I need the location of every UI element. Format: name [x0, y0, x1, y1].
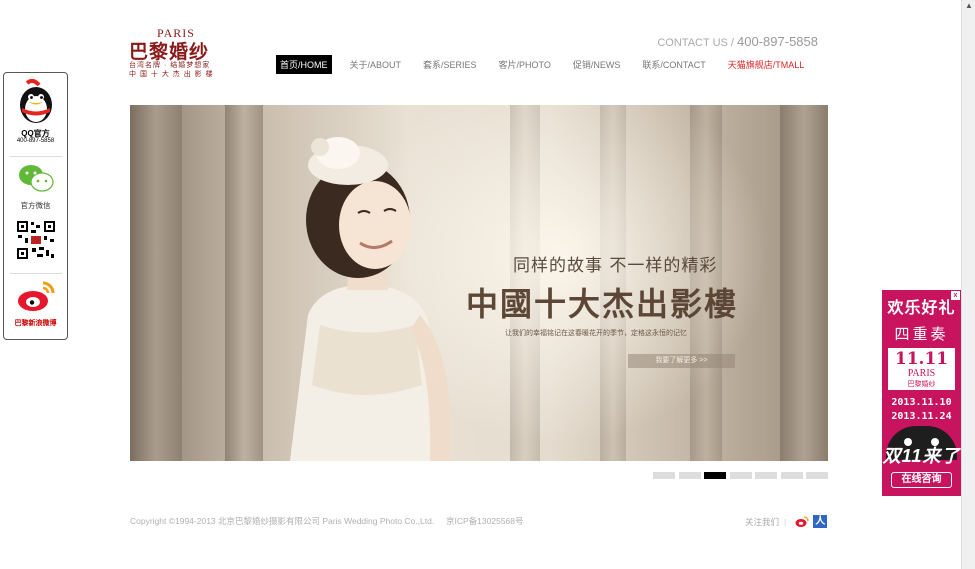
ad-1111: 11.11 [894, 349, 949, 369]
nav-item-news[interactable]: 促销/NEWS [569, 55, 625, 74]
sina-weibo-icon [17, 281, 54, 311]
banner-column [780, 105, 828, 461]
renren-icon[interactable]: 人 [813, 515, 828, 528]
qq-number: 400-897-5858 [16, 138, 55, 144]
nav-item-photo[interactable]: 客片/PHOTO [495, 55, 555, 74]
ad-start-date: 2013.11.10 [891, 397, 952, 408]
contact-label: CONTACT US [657, 37, 728, 49]
contact-phone: 400-897-5858 [737, 34, 818, 49]
icp-link[interactable]: 京ICP备13025568号 [446, 516, 524, 526]
online-consult-button[interactable]: 在线咨询 [891, 472, 952, 488]
footer-copyright: Copyright ©1994-2013 北京巴黎婚纱摄影有限公司 Paris … [130, 515, 524, 527]
main-nav: 首页/HOME 关于/ABOUT 套系/SERIES 客片/PHOTO 促销/N… [276, 55, 822, 74]
slider-dot[interactable] [780, 472, 803, 479]
ad-slogan: 双11来了 [882, 446, 961, 466]
qq-penguin-icon [19, 78, 52, 123]
nav-item-contact[interactable]: 联系/CONTACT [638, 55, 709, 74]
brand-logo[interactable]: PARIS 巴黎婚纱 台湾名牌 · 结婚梦想家 中 国 十 大 杰 出 影 楼 [129, 26, 229, 78]
ad-end-date: 2013.11.24 [891, 411, 952, 422]
wechat-icon [18, 165, 54, 192]
banner-slogan-2: 中國十大杰出影樓 [466, 285, 739, 323]
wechat-qr [4, 219, 67, 266]
slider-dot[interactable] [806, 472, 828, 479]
weibo-label: 巴黎新浪微博 [14, 320, 57, 327]
banner-slogan-1: 同样的故事 不一样的精彩 [513, 256, 718, 276]
qq-label: QQ官方 [21, 129, 50, 138]
vertical-scrollbar[interactable]: ▲ [961, 0, 975, 569]
slider-dot[interactable] [678, 472, 701, 479]
qr-code-icon [14, 219, 57, 261]
page: PARIS 巴黎婚纱 台湾名牌 · 结婚梦想家 中 国 十 大 杰 出 影 楼 … [0, 0, 975, 569]
weibo-service[interactable]: 巴黎新浪微博 [4, 279, 67, 328]
ad-brand: 巴黎婚纱 [907, 381, 936, 388]
left-floating-bar: QQ官方 400-897-5858 官方微信 巴黎新浪微博 [3, 72, 68, 340]
scroll-up-arrow-icon[interactable]: ▲ [964, 1, 974, 11]
slider-indicators [653, 472, 832, 479]
follow-separator: | [784, 516, 787, 527]
nav-item-series[interactable]: 套系/SERIES [419, 55, 481, 74]
copyright-text: Copyright ©1994-2013 北京巴黎婚纱摄影有限公司 Paris … [130, 516, 435, 526]
contact-info: CONTACT US / 400-897-5858 [657, 34, 818, 49]
wechat-label: 官方微信 [20, 201, 51, 210]
contact-separator: / [727, 37, 738, 49]
follow-label: 关注我们 [745, 516, 780, 527]
nav-item-about[interactable]: 关于/ABOUT [346, 55, 406, 74]
divider [10, 156, 62, 157]
ad-headline: 欢乐好礼 [887, 300, 956, 317]
qq-service[interactable]: QQ官方 400-897-5858 [4, 78, 67, 144]
banner-column [130, 105, 182, 461]
nav-item-tmall[interactable]: 天猫旗舰店/TMALL [724, 55, 809, 74]
ad-date-box: 11.11 PARIS 巴黎婚纱 [888, 348, 955, 390]
ad-paris: PARIS [907, 368, 936, 379]
slider-dot-active[interactable] [704, 472, 726, 479]
slider-dot[interactable] [729, 472, 752, 479]
divider [10, 273, 62, 274]
weibo-icon[interactable] [795, 515, 809, 528]
logo-tagline-2: 中 国 十 大 杰 出 影 楼 [129, 71, 214, 78]
slider-dot[interactable] [653, 472, 675, 479]
wechat-service[interactable]: 官方微信 [4, 161, 67, 211]
slider-dot[interactable] [755, 472, 777, 479]
banner-slogan-3: 让我们的幸福铭记在这春暖花开的季节，定格这永恒的记忆 [505, 330, 687, 337]
nav-item-home[interactable]: 首页/HOME [276, 55, 332, 74]
double-eleven-ad[interactable]: x 欢乐好礼 四重奏 11.11 PARIS 巴黎婚纱 2013.11.10 2… [882, 290, 961, 496]
ad-subheadline: 四重奏 [894, 326, 949, 343]
bride-illustration [290, 137, 451, 461]
hero-banner[interactable]: 同样的故事 不一样的精彩 中國十大杰出影樓 让我们的幸福铭记在这春暖花开的季节，… [130, 105, 828, 461]
footer-follow: 关注我们 | 人 [745, 515, 828, 528]
learn-more-button[interactable]: 我要了解更多 >> [628, 354, 735, 368]
